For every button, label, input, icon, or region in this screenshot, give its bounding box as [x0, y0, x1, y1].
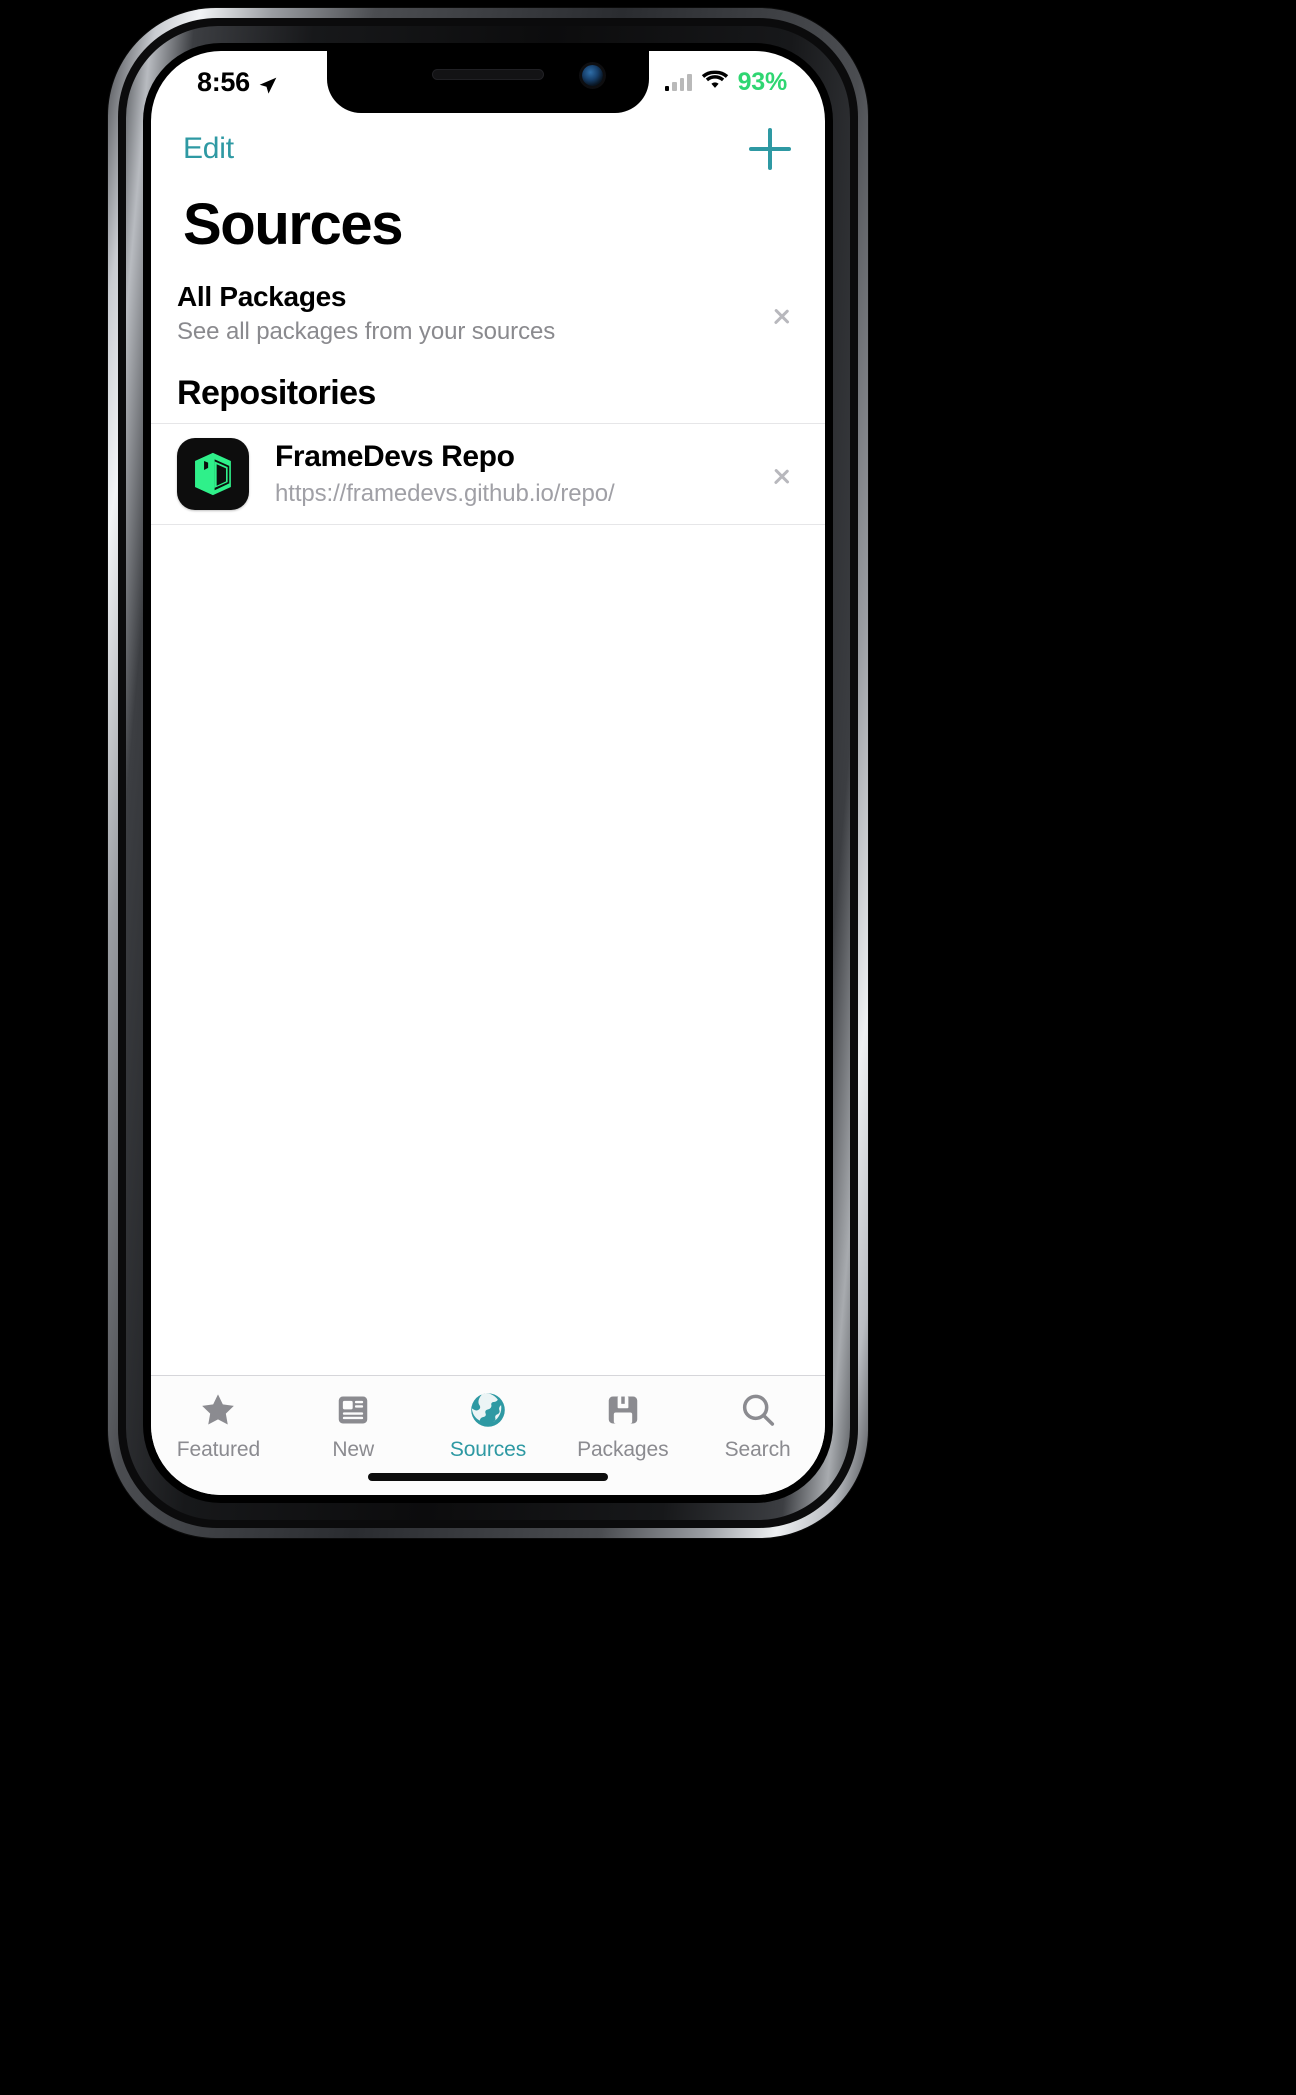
repository-name: FrameDevs Repo [275, 440, 515, 473]
tab-new[interactable]: New [286, 1388, 421, 1462]
home-indicator[interactable] [368, 1473, 608, 1481]
tab-featured[interactable]: Featured [151, 1388, 286, 1462]
tab-label: Sources [449, 1438, 527, 1461]
tab-label: Featured [176, 1438, 261, 1461]
device-screen: 8:56 93% Edit Sources All Packages See a… [151, 51, 825, 1495]
edit-button[interactable]: Edit [183, 132, 234, 166]
globe-icon [467, 1388, 509, 1432]
repository-row[interactable]: FrameDevs Repo https://framedevs.github.… [151, 424, 825, 524]
phone-innerframe: 8:56 93% Edit Sources All Packages See a… [126, 26, 850, 1520]
status-time: 8:56 [197, 66, 250, 97]
wifi-icon [701, 69, 729, 95]
chevron-right-icon [773, 300, 789, 328]
status-bar-right: 93% [664, 67, 788, 97]
tab-label: New [332, 1438, 375, 1461]
newspaper-icon [334, 1388, 372, 1432]
plus-icon[interactable] [749, 128, 791, 170]
all-packages-subtitle: See all packages from your sources [177, 318, 556, 345]
tab-label: Packages [577, 1438, 669, 1461]
phone-frame: 8:56 93% Edit Sources All Packages See a… [108, 8, 868, 1538]
all-packages-title: All Packages [177, 281, 347, 312]
star-icon [198, 1388, 238, 1432]
tab-search[interactable]: Search [690, 1388, 825, 1462]
sources-list: All Packages See all packages from your … [151, 273, 825, 1375]
location-arrow-icon [258, 72, 278, 94]
framedevs-repo-icon [177, 438, 249, 510]
status-bar: 8:56 93% [151, 51, 825, 113]
search-icon [738, 1388, 778, 1432]
tab-sources[interactable]: Sources [421, 1388, 556, 1462]
phone-midframe: 8:56 93% Edit Sources All Packages See a… [118, 18, 858, 1528]
all-packages-row[interactable]: All Packages See all packages from your … [151, 273, 825, 360]
chevron-right-icon [773, 460, 789, 488]
all-packages-text: All Packages See all packages from your … [177, 281, 555, 346]
screenshot-stage: 8:56 93% Edit Sources All Packages See a… [0, 0, 1296, 2095]
page-title: Sources [183, 192, 403, 257]
screen-bezel: 8:56 93% Edit Sources All Packages See a… [143, 43, 833, 1503]
repositories-section-title: Repositories [177, 374, 376, 412]
tab-label: Search [724, 1438, 791, 1461]
navigation-bar: Edit [151, 113, 825, 185]
repository-url: https://framedevs.github.io/repo/ [275, 480, 615, 507]
tab-packages[interactable]: Packages [555, 1388, 690, 1462]
box-icon [604, 1388, 642, 1432]
divider [151, 524, 825, 525]
battery-percentage: 93% [737, 67, 788, 96]
repository-text: FrameDevs Repo https://framedevs.github.… [275, 440, 773, 508]
cellular-signal-icon [664, 73, 692, 91]
status-bar-left: 8:56 [197, 67, 278, 98]
